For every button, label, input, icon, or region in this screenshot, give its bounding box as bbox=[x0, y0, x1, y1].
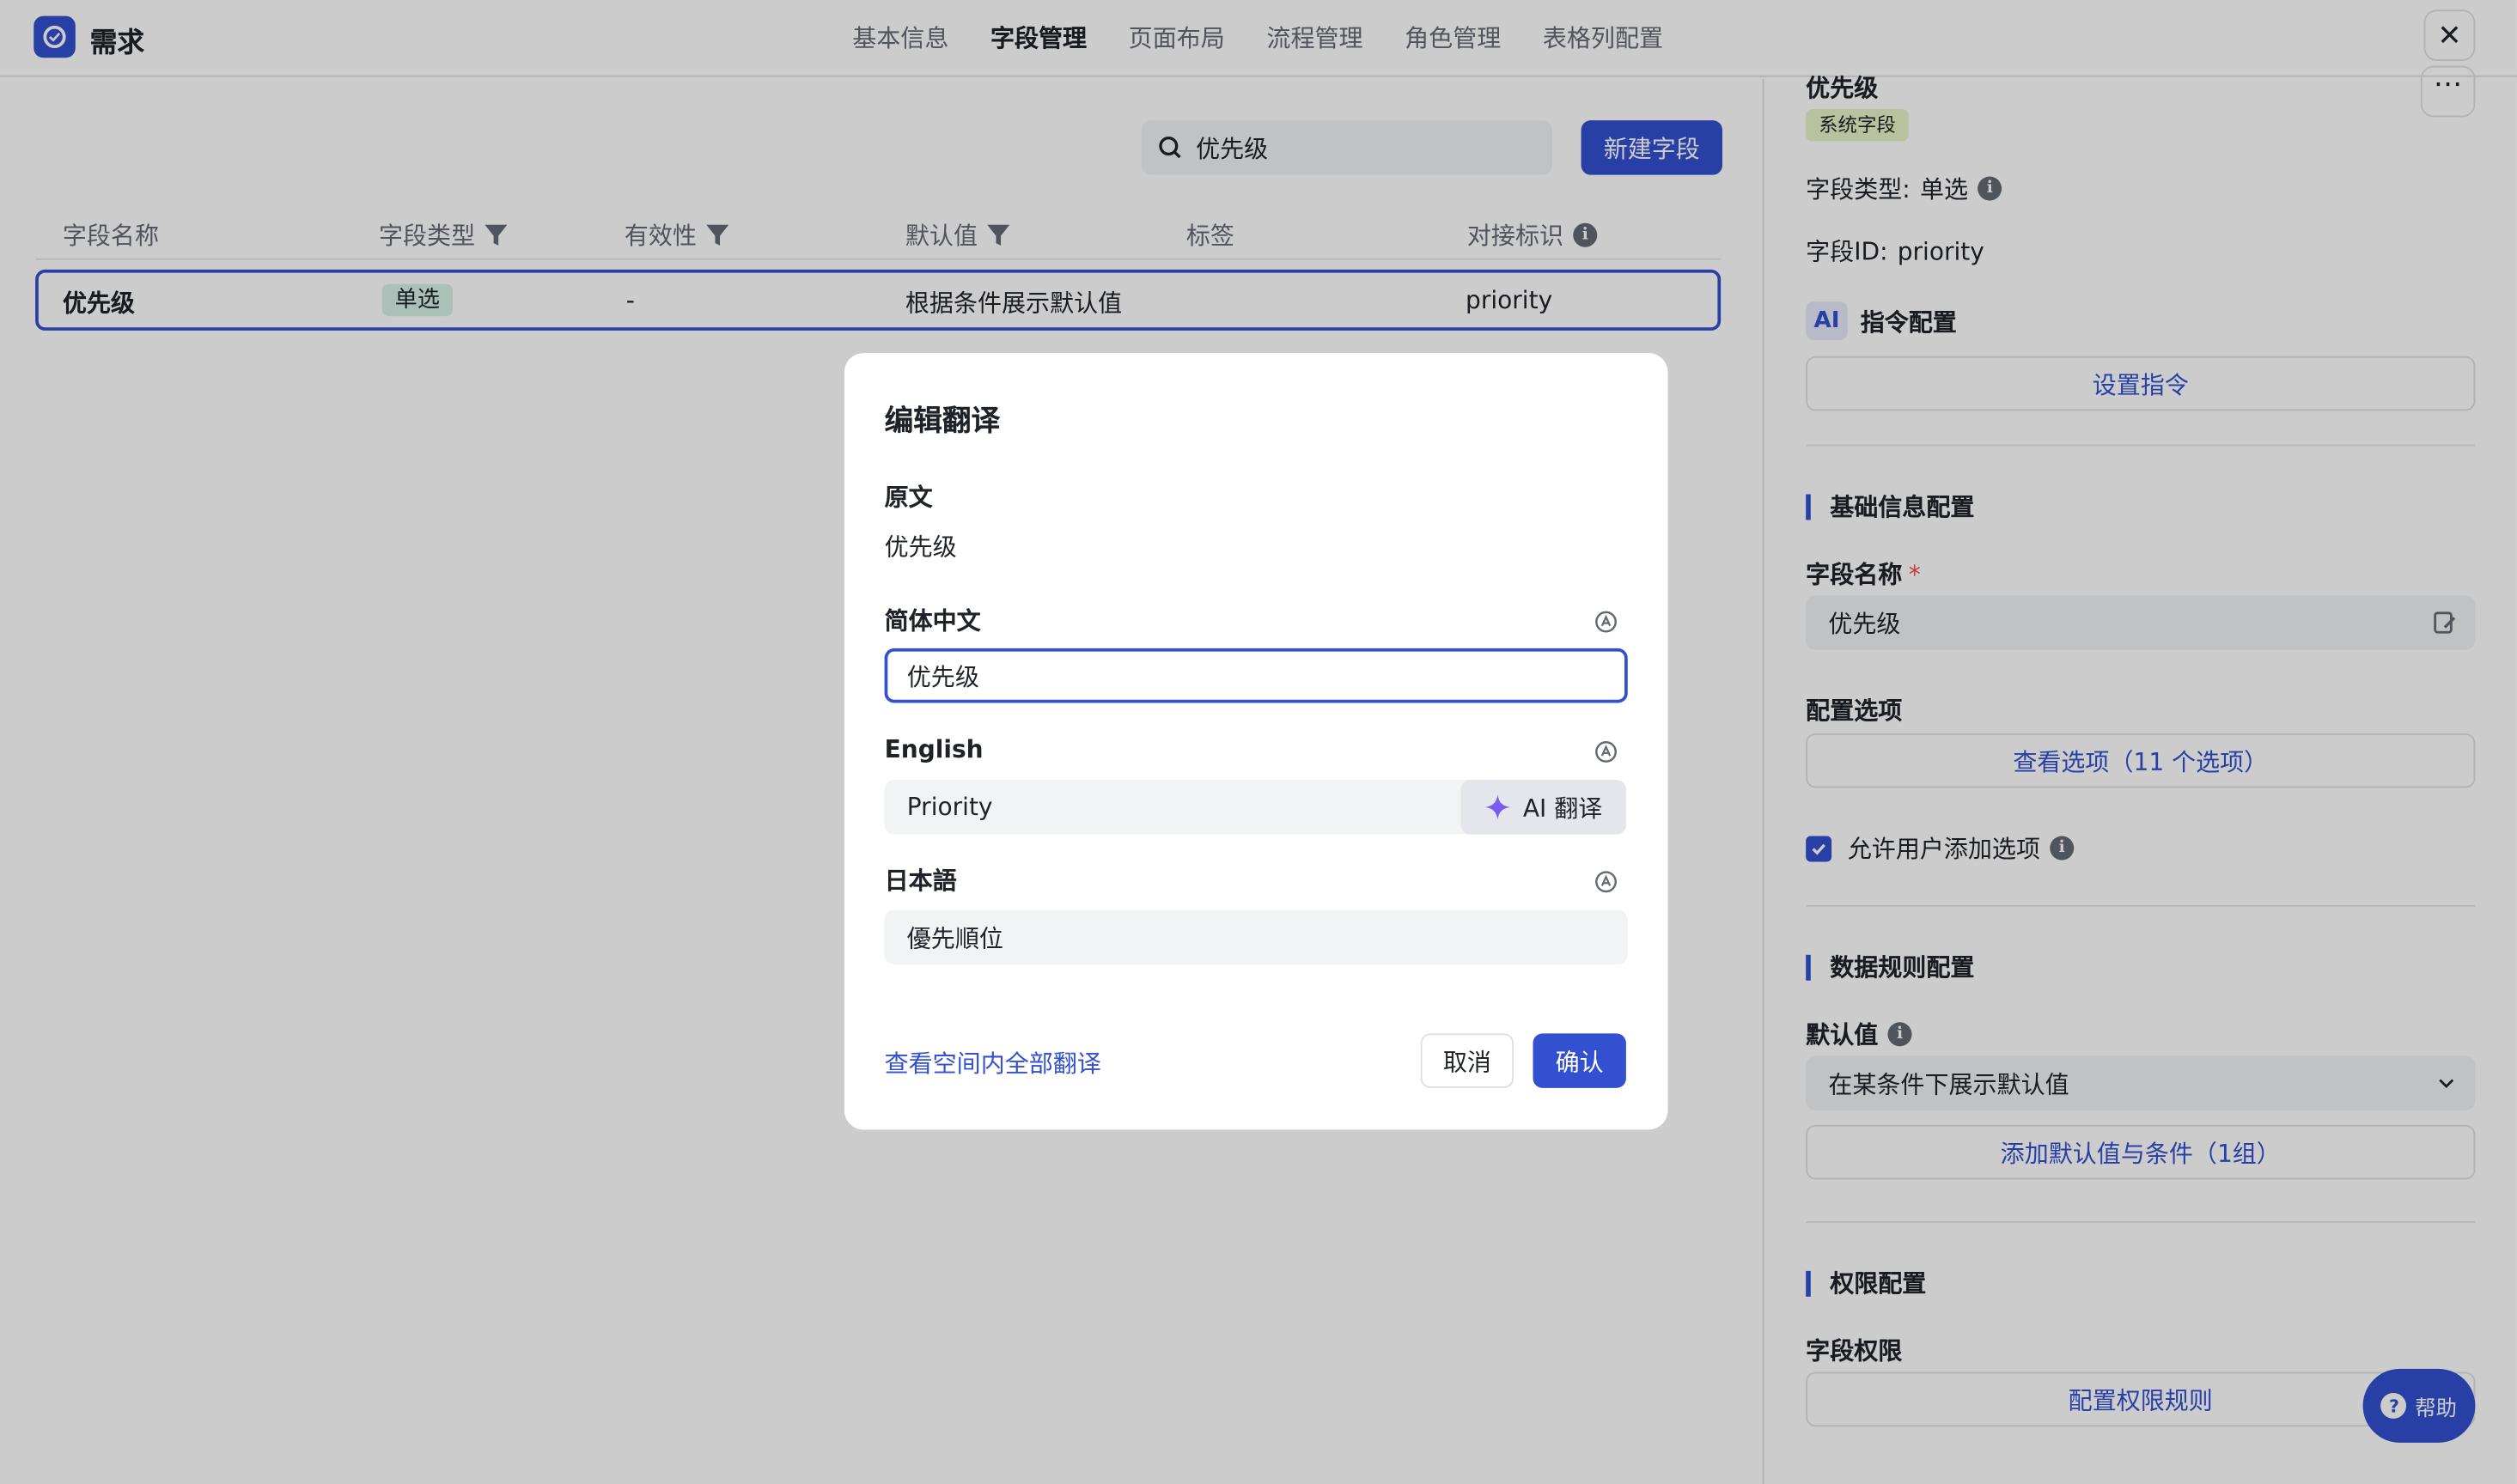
sparkle-icon bbox=[1484, 794, 1510, 820]
original-value: 优先级 bbox=[884, 532, 957, 563]
translate-icon[interactable] bbox=[1594, 870, 1618, 894]
view-all-translations-link[interactable]: 查看空间内全部翻译 bbox=[885, 1046, 1101, 1080]
en-input[interactable]: Priority AI 翻译 bbox=[884, 780, 1626, 835]
ja-label: 日本語 bbox=[884, 867, 957, 896]
zh-label: 简体中文 bbox=[884, 606, 981, 636]
cancel-button[interactable]: 取消 bbox=[1420, 1033, 1514, 1088]
ja-input[interactable]: 優先順位 bbox=[884, 909, 1628, 965]
dialog-title: 编辑翻译 bbox=[884, 404, 1001, 439]
translate-icon[interactable] bbox=[1594, 610, 1618, 634]
zh-input[interactable]: 优先级 bbox=[884, 648, 1628, 703]
original-label: 原文 bbox=[884, 483, 933, 513]
english-row-highlight: English Priority AI 翻译 bbox=[863, 728, 1650, 862]
ai-translate-button[interactable]: AI 翻译 bbox=[1460, 780, 1626, 835]
translate-icon[interactable] bbox=[1594, 739, 1618, 763]
confirm-button[interactable]: 确认 bbox=[1533, 1033, 1626, 1088]
page-root: 需求 基本信息 字段管理 页面布局 流程管理 角色管理 表格列配置 ✕ 优先级 … bbox=[0, 0, 2517, 1484]
en-label: English bbox=[884, 734, 984, 764]
